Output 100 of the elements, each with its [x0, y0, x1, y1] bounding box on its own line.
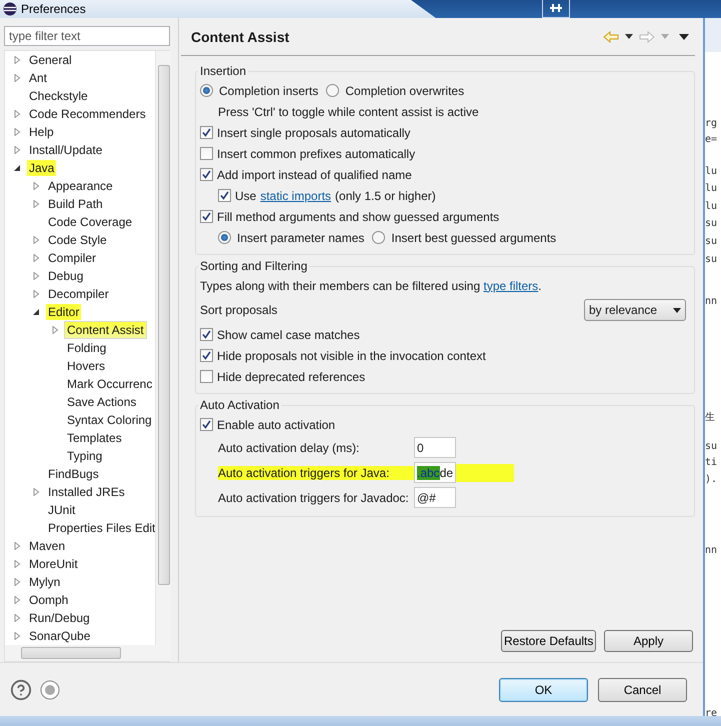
tree-item[interactable]: Save Actions	[65, 394, 138, 410]
tree-item[interactable]: Maven	[27, 538, 68, 554]
tree-item[interactable]: Appearance	[46, 178, 115, 194]
radio-label[interactable]: Completion inserts	[219, 84, 318, 98]
page-button[interactable]: Restore Defaults	[501, 630, 596, 652]
tree-item[interactable]: Oomph	[27, 592, 70, 608]
checkbox[interactable]	[200, 328, 213, 341]
collapsed-arrow-icon[interactable]	[32, 254, 40, 262]
checkbox-label[interactable]: Show camel case matches	[217, 328, 360, 342]
dropdown-icon[interactable]	[625, 34, 633, 39]
checkbox[interactable]	[200, 370, 213, 383]
sort-dropdown[interactable]: by relevance	[584, 299, 686, 321]
tree-item[interactable]: Mark Occurrenc	[65, 376, 154, 392]
radio-label[interactable]: Completion overwrites	[345, 84, 464, 98]
tree-item[interactable]: Build Path	[46, 196, 105, 212]
collapsed-arrow-icon[interactable]	[32, 236, 40, 244]
checkbox[interactable]	[218, 189, 231, 202]
tree-item[interactable]: Templates	[65, 430, 124, 446]
tree-item[interactable]: Java	[27, 160, 56, 176]
checkbox[interactable]	[200, 210, 213, 223]
view-menu-icon[interactable]	[679, 34, 689, 40]
collapsed-arrow-icon[interactable]	[32, 182, 40, 190]
page-button[interactable]: Apply	[604, 630, 693, 652]
static-imports-link[interactable]: static imports	[260, 188, 332, 202]
checkbox[interactable]	[200, 126, 213, 139]
radio-label[interactable]: Insert parameter names	[237, 230, 364, 244]
collapsed-arrow-icon[interactable]	[13, 56, 21, 64]
checkbox-label[interactable]: Hide deprecated references	[217, 370, 366, 384]
back-arrow-icon[interactable]	[603, 30, 619, 42]
tree-item[interactable]: Debug	[46, 268, 86, 284]
collapsed-arrow-icon[interactable]	[32, 200, 40, 208]
filter-field[interactable]: type filter text	[4, 26, 170, 46]
tree-item[interactable]: Installed JREs	[46, 484, 127, 500]
tree-item[interactable]: Code Style	[46, 232, 109, 248]
checkbox-label[interactable]: Hide proposals not visible in the invocation context	[217, 348, 486, 362]
tree-item[interactable]: Folding	[65, 340, 108, 356]
checkbox[interactable]	[200, 349, 213, 362]
tree-item[interactable]: Mylyn	[27, 574, 62, 590]
collapsed-arrow-icon[interactable]	[32, 488, 40, 496]
collapsed-arrow-icon[interactable]	[13, 614, 21, 622]
checkbox-label[interactable]: Insert common prefixes automatically	[217, 146, 416, 160]
collapsed-arrow-icon[interactable]	[13, 578, 21, 586]
tree-item[interactable]: Help	[27, 124, 56, 140]
input-field[interactable]: @#	[414, 487, 456, 508]
collapsed-arrow-icon[interactable]	[13, 74, 21, 82]
collapsed-arrow-icon[interactable]	[13, 110, 21, 118]
forward-arrow-icon[interactable]	[639, 30, 655, 42]
dialog-button[interactable]: OK	[499, 678, 588, 702]
checkbox-label[interactable]: Use	[235, 188, 256, 202]
checkbox-label[interactable]: Insert single proposals automatically	[217, 126, 410, 140]
radio-button[interactable]	[372, 231, 386, 244]
tree-item[interactable]: MoreUnit	[27, 556, 80, 572]
expanded-arrow-icon[interactable]	[32, 308, 40, 316]
checkbox[interactable]	[200, 147, 213, 160]
vertical-scrollbar[interactable]	[155, 51, 171, 645]
radio-label[interactable]: Insert best guessed arguments	[391, 230, 556, 244]
tree-item[interactable]: Decompiler	[46, 286, 111, 302]
tree-item[interactable]: Editor	[46, 304, 82, 320]
input-field[interactable]: .abcde	[414, 462, 456, 483]
help-icon[interactable]	[10, 678, 32, 700]
checkbox-label[interactable]: (only 1.5 or higher)	[335, 188, 436, 202]
collapsed-arrow-icon[interactable]	[13, 128, 21, 136]
checkbox[interactable]	[200, 168, 213, 181]
checkbox-label[interactable]: Fill method arguments and show guessed arguments	[217, 210, 500, 224]
tree-item[interactable]: Install/Update	[27, 142, 104, 158]
tree-item[interactable]: Hovers	[65, 358, 108, 374]
radio-button[interactable]	[326, 84, 340, 97]
collapsed-arrow-icon[interactable]	[13, 596, 21, 604]
tree-item[interactable]: Typing	[65, 448, 104, 464]
radio-button[interactable]	[218, 231, 231, 244]
record-icon[interactable]	[40, 680, 60, 700]
collapsed-arrow-icon[interactable]	[32, 272, 40, 280]
tree-item[interactable]: Content Assist	[65, 322, 146, 338]
radio-button[interactable]	[200, 84, 213, 97]
tree-item[interactable]: Syntax Coloring	[65, 412, 154, 428]
type-filters-link[interactable]: type filters	[483, 278, 538, 292]
tree-item[interactable]: JUnit	[46, 502, 78, 518]
collapsed-arrow-icon[interactable]	[32, 290, 40, 298]
collapsed-arrow-icon[interactable]	[13, 542, 21, 550]
tree-item[interactable]: General	[27, 52, 74, 68]
tree-item[interactable]: FindBugs	[46, 466, 101, 482]
expanded-arrow-icon[interactable]	[13, 164, 21, 172]
collapsed-arrow-icon[interactable]	[13, 560, 21, 568]
collapsed-arrow-icon[interactable]	[51, 326, 59, 334]
collapsed-arrow-icon[interactable]	[13, 632, 21, 640]
tree-item[interactable]: Compiler	[46, 250, 98, 266]
tree-item[interactable]: Code Coverage	[46, 214, 134, 230]
tree-item[interactable]: Checkstyle	[27, 88, 90, 104]
input-field[interactable]: 0	[414, 437, 456, 458]
collapsed-arrow-icon[interactable]	[13, 146, 21, 154]
horizontal-scrollbar[interactable]	[5, 645, 171, 661]
dialog-button[interactable]: Cancel	[598, 678, 687, 702]
tree-item[interactable]: Code Recommenders	[27, 106, 148, 122]
tree-item[interactable]: SonarQube	[27, 628, 92, 644]
checkbox-label[interactable]: Add import instead of qualified name	[217, 168, 412, 182]
tree-item[interactable]: Ant	[27, 70, 50, 86]
checkbox[interactable]	[200, 418, 213, 431]
checkbox-label[interactable]: Enable auto activation	[217, 418, 336, 432]
tree-item[interactable]: Run/Debug	[27, 610, 92, 626]
tree-item[interactable]: Properties Files Edit	[46, 520, 155, 536]
